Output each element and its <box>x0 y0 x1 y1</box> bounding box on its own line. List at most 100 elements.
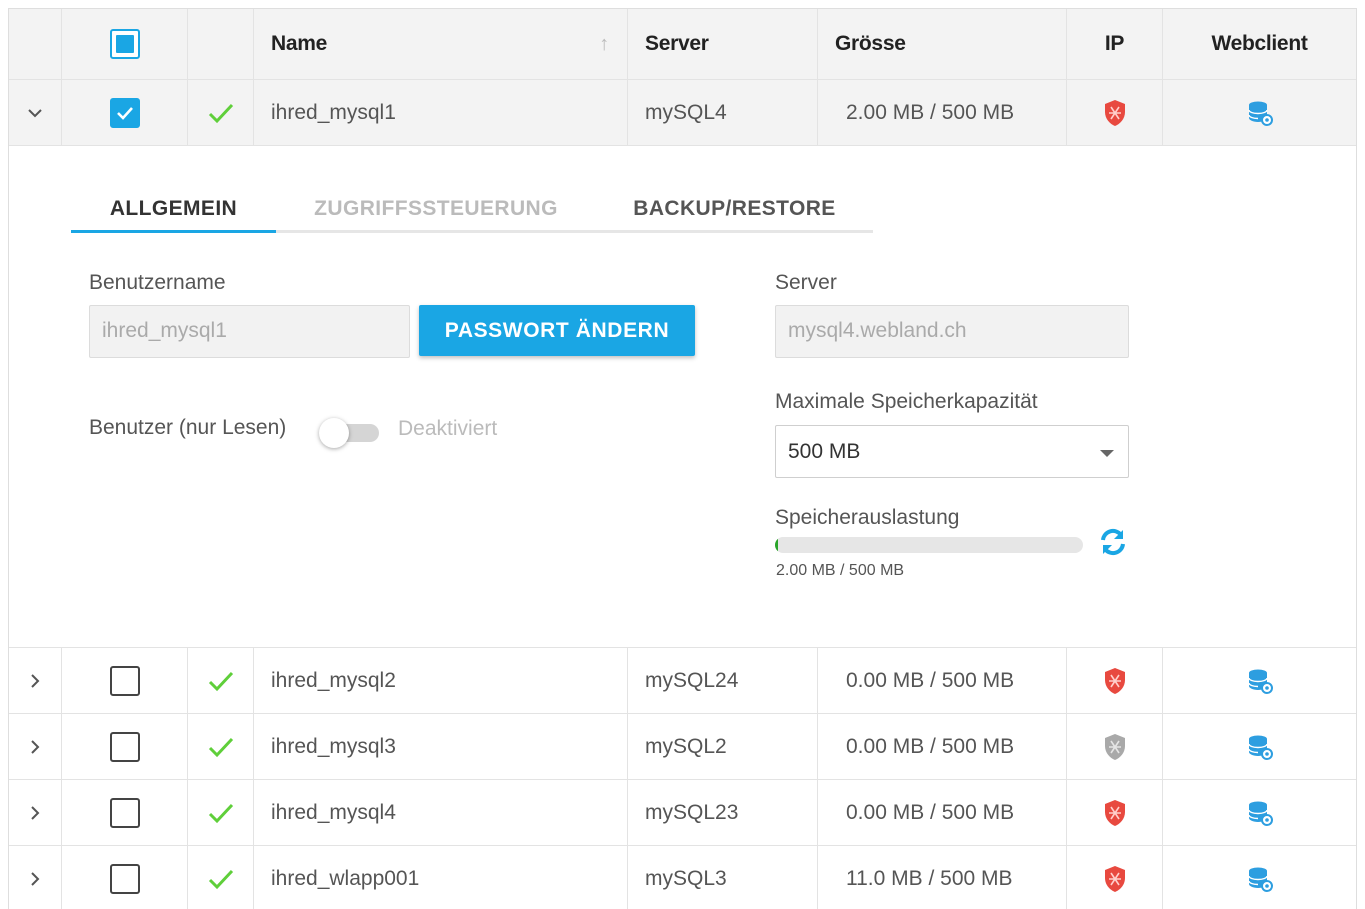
row-checkbox[interactable] <box>109 863 140 894</box>
size-cell: 0.00 MB / 500 MB <box>818 648 1067 713</box>
db-size: 11.0 MB / 500 MB <box>846 866 1013 890</box>
row-select-cell <box>62 80 188 145</box>
shield-icon[interactable] <box>1103 733 1127 761</box>
row-checkbox[interactable] <box>109 97 140 128</box>
usage-progress-fill <box>775 537 778 553</box>
db-server: mySQL24 <box>645 668 739 692</box>
db-server: mySQL4 <box>645 100 727 124</box>
database-icon[interactable] <box>1247 100 1273 126</box>
username-label: Benutzername <box>89 271 226 294</box>
size-cell: 2.00 MB / 500 MB <box>818 80 1067 145</box>
status-cell <box>188 780 254 845</box>
expand-toggle[interactable] <box>9 80 62 145</box>
shield-icon[interactable] <box>1103 99 1127 127</box>
server-cell: mySQL2 <box>628 714 818 779</box>
header-select-cell <box>62 9 188 79</box>
checkmark-icon <box>208 103 233 123</box>
server-cell: mySQL3 <box>628 846 818 909</box>
db-server: mySQL2 <box>645 734 727 758</box>
server-cell: mySQL23 <box>628 780 818 845</box>
size-cell: 0.00 MB / 500 MB <box>818 714 1067 779</box>
db-size: 0.00 MB / 500 MB <box>846 734 1015 758</box>
column-header-ip-label: IP <box>1104 32 1125 55</box>
name-cell: ihred_mysql2 <box>254 648 628 713</box>
chevron-down-icon <box>1100 450 1114 457</box>
readonly-user-label: Benutzer (nur Lesen) <box>89 416 287 439</box>
row-select-cell <box>62 714 188 779</box>
checkmark-icon <box>116 106 133 120</box>
webclient-cell <box>1163 714 1356 779</box>
database-table: Name ↑ Server Grösse IP Webclient ihred_… <box>8 8 1357 909</box>
shield-icon[interactable] <box>1103 667 1127 695</box>
name-cell: ihred_wlapp001 <box>254 846 628 909</box>
table-row[interactable]: ihred_mysql2 mySQL24 0.00 MB / 500 MB <box>9 648 1356 714</box>
capacity-select[interactable]: 500 MB <box>775 425 1129 478</box>
name-cell: ihred_mysql3 <box>254 714 628 779</box>
shield-icon[interactable] <box>1103 799 1127 827</box>
column-header-server[interactable]: Server <box>628 9 818 79</box>
arrow-up-icon: ↑ <box>599 32 609 55</box>
column-header-webclient[interactable]: Webclient <box>1163 9 1356 79</box>
database-icon[interactable] <box>1247 734 1273 760</box>
expand-toggle[interactable] <box>9 714 62 779</box>
table-row[interactable]: ihred_mysql1 mySQL4 2.00 MB / 500 MB <box>9 80 1356 146</box>
checkmark-icon <box>208 671 233 691</box>
change-password-button[interactable]: PASSWORT ÄNDERN <box>419 305 695 356</box>
expand-toggle[interactable] <box>9 780 62 845</box>
checkmark-icon <box>208 869 233 889</box>
row-checkbox[interactable] <box>109 797 140 828</box>
checkmark-icon <box>208 803 233 823</box>
column-header-ip[interactable]: IP <box>1067 9 1163 79</box>
db-name: ihred_wlapp001 <box>271 866 420 890</box>
db-size: 0.00 MB / 500 MB <box>846 668 1015 692</box>
row-select-cell <box>62 780 188 845</box>
server-field[interactable]: mysql4.webland.ch <box>775 305 1129 358</box>
server-cell: mySQL24 <box>628 648 818 713</box>
table-row[interactable]: ihred_mysql3 mySQL2 0.00 MB / 500 MB <box>9 714 1356 780</box>
tab-backup-restore[interactable]: BACKUP/RESTORE <box>596 191 873 230</box>
webclient-cell <box>1163 780 1356 845</box>
server-cell: mySQL4 <box>628 80 818 145</box>
row-checkbox[interactable] <box>109 665 140 696</box>
table-row[interactable]: ihred_wlapp001 mySQL3 11.0 MB / 500 MB <box>9 846 1356 909</box>
username-field[interactable]: ihred_mysql1 <box>89 305 410 358</box>
chevron-right-icon <box>31 673 40 688</box>
detail-tabs: ALLGEMEIN ZUGRIFFSSTEUERUNG BACKUP/RESTO… <box>71 191 873 233</box>
column-header-size[interactable]: Grösse <box>818 9 1067 79</box>
server-label: Server <box>775 271 837 294</box>
usage-text: 2.00 MB / 500 MB <box>776 562 905 579</box>
expand-toggle[interactable] <box>9 648 62 713</box>
chevron-right-icon <box>31 805 40 820</box>
column-header-webclient-label: Webclient <box>1211 32 1308 55</box>
database-icon[interactable] <box>1247 866 1273 892</box>
capacity-label: Maximale Speicherkapazität <box>775 390 1038 413</box>
size-cell: 0.00 MB / 500 MB <box>818 780 1067 845</box>
column-header-server-label: Server <box>645 32 709 55</box>
chevron-down-icon <box>28 108 42 117</box>
usage-label: Speicherauslastung <box>775 506 960 529</box>
webclient-cell <box>1163 846 1356 909</box>
shield-icon[interactable] <box>1103 865 1127 893</box>
db-server: mySQL3 <box>645 866 727 890</box>
row-checkbox[interactable] <box>109 731 140 762</box>
database-icon[interactable] <box>1247 800 1273 826</box>
readonly-user-toggle[interactable] <box>319 418 379 448</box>
size-cell: 11.0 MB / 500 MB <box>818 846 1067 909</box>
table-row[interactable]: ihred_mysql4 mySQL23 0.00 MB / 500 MB <box>9 780 1356 846</box>
refresh-icon[interactable] <box>1097 526 1129 558</box>
row-select-cell <box>62 648 188 713</box>
detail-panel: ALLGEMEIN ZUGRIFFSSTEUERUNG BACKUP/RESTO… <box>9 146 1356 648</box>
select-all-checkbox[interactable] <box>109 29 140 59</box>
tab-allgemein[interactable]: ALLGEMEIN <box>71 191 276 233</box>
expand-toggle[interactable] <box>9 846 62 909</box>
database-icon[interactable] <box>1247 668 1273 694</box>
status-cell <box>188 714 254 779</box>
name-cell: ihred_mysql1 <box>254 80 628 145</box>
tab-zugriffssteuerung[interactable]: ZUGRIFFSSTEUERUNG <box>276 191 596 230</box>
db-name: ihred_mysql2 <box>271 668 396 692</box>
webclient-cell <box>1163 648 1356 713</box>
toggle-knob <box>319 418 349 448</box>
ip-cell <box>1067 846 1163 909</box>
chevron-right-icon <box>31 739 40 754</box>
column-header-name[interactable]: Name ↑ <box>254 9 628 79</box>
